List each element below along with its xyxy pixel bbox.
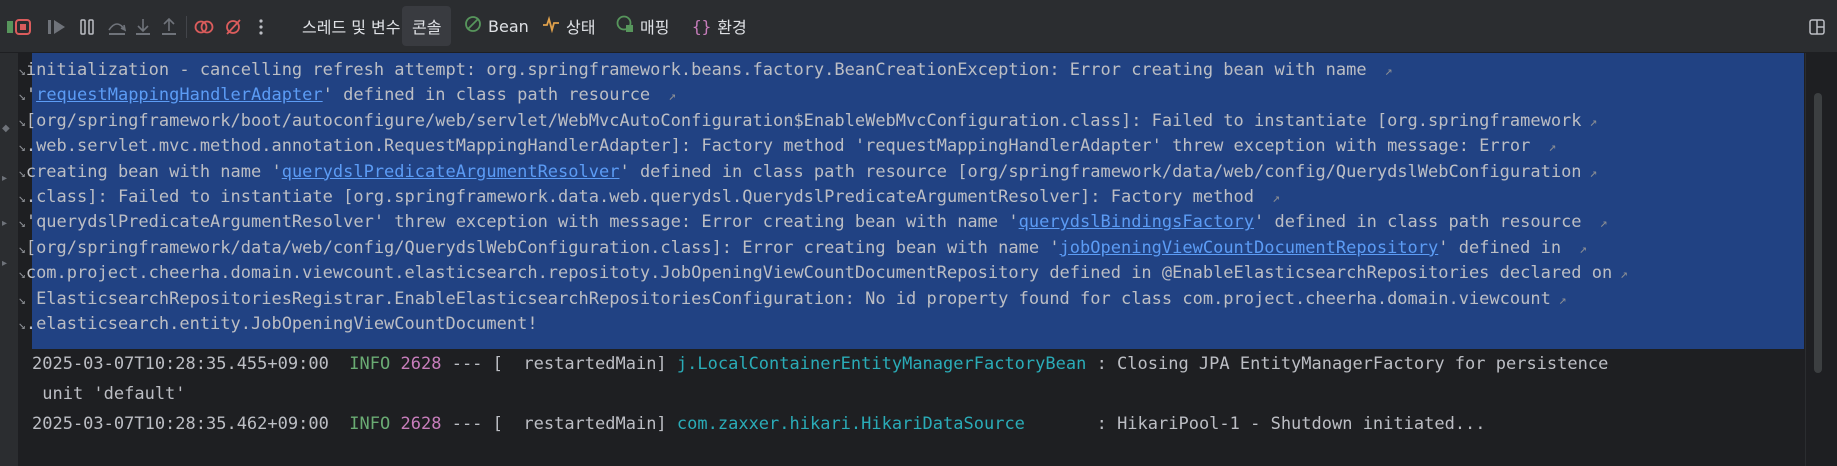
log-separator: ---	[451, 354, 483, 374]
soft-wrap-icon: ↘	[18, 114, 26, 130]
toolbar-divider	[186, 16, 187, 38]
gutter-marker-icon: ▸	[2, 258, 8, 269]
log-timestamp: 2025-03-07T10:28:35.455+09:00	[32, 354, 329, 374]
soft-wrap-icon: ↗	[1264, 191, 1280, 206]
vertical-scrollbar[interactable]	[1805, 53, 1837, 466]
tab-label: 상태	[566, 18, 596, 37]
log-pid: 2628	[400, 354, 442, 374]
log-logger[interactable]: j.LocalContainerEntityManagerFactoryBean	[677, 354, 1086, 374]
soft-wrap-icon: ↗	[1612, 267, 1628, 283]
log-line: 2025-03-07T10:28:35.462+09:00 INFO 2628 …	[32, 409, 1486, 439]
soft-wrap-icon: ↗	[1550, 292, 1567, 308]
log-thread: [ restartedMain]	[492, 354, 667, 374]
log-timestamp: 2025-03-07T10:28:35.462+09:00	[32, 414, 329, 434]
bean-link[interactable]: jobOpeningViewCountDocumentRepository	[1060, 238, 1439, 258]
debug-toolbar: 스레드 및 변수 콘솔 Bean 상태 매핑 {} 환경	[0, 0, 1837, 53]
step-over-icon[interactable]	[106, 16, 128, 38]
view-breakpoints-icon[interactable]	[193, 16, 215, 38]
soft-wrap-icon: ↘	[18, 165, 26, 181]
tab-mapping[interactable]: 매핑	[606, 6, 679, 46]
pause-icon[interactable]	[76, 16, 98, 38]
bean-link[interactable]: querydslBindingsFactory	[1019, 212, 1254, 232]
console-text: com.project.cheerha.domain.viewcount.ela…	[25, 263, 1613, 284]
gutter-marker-icon: ◆	[2, 123, 10, 134]
console-text: 'querydslPredicateArgumentResolver' thre…	[25, 212, 1019, 233]
step-out-icon[interactable]	[158, 16, 180, 38]
log-level: INFO	[349, 414, 391, 434]
console-line: ↘.elasticsearch.entity.JobOpeningViewCou…	[18, 309, 538, 339]
console-text: ' defined in class path resource	[1254, 212, 1592, 233]
log-pid: 2628	[400, 414, 442, 434]
bean-link[interactable]: requestMappingHandlerAdapter	[36, 85, 323, 105]
health-icon	[542, 15, 560, 37]
bean-link[interactable]: querydslPredicateArgumentResolver	[282, 162, 620, 182]
bean-icon	[464, 15, 482, 37]
soft-wrap-icon: ↗	[1581, 114, 1598, 130]
console-text: ' defined in class path resource [org/sp…	[619, 161, 1582, 182]
console-text: ' defined in class path resource	[322, 85, 661, 106]
soft-wrap-icon: ↗	[1571, 241, 1587, 257]
left-gutter: ◆ ▸ ▸ ▸	[0, 53, 18, 466]
soft-wrap-icon: ↘	[18, 216, 26, 232]
tab-console[interactable]: 콘솔	[402, 6, 452, 46]
soft-wrap-icon: ↗	[1591, 216, 1608, 232]
console-text: creating bean with name '	[25, 161, 282, 182]
step-into-icon[interactable]	[132, 16, 154, 38]
log-thread: [ restartedMain]	[492, 414, 667, 434]
scrollbar-thumb[interactable]	[1814, 93, 1822, 373]
console-text: ' defined in	[1438, 237, 1572, 258]
layout-settings-icon[interactable]	[1806, 16, 1828, 38]
log-message: : HikariPool-1 - Shutdown initiated...	[1096, 414, 1486, 434]
soft-wrap-icon: ↘	[18, 191, 26, 206]
console-text: .elasticsearch.entity.JobOpeningViewCoun…	[25, 314, 538, 334]
console-text: '	[25, 85, 37, 106]
console-text: .class]: Failed to instantiate [org.spri…	[25, 187, 1265, 207]
gutter-marker-icon: ▸	[2, 218, 8, 229]
tab-label: 스레드 및 변수	[302, 18, 401, 37]
tab-label: 콘솔	[412, 18, 442, 37]
mapping-icon	[616, 15, 634, 37]
soft-wrap-icon: ↘	[18, 89, 26, 105]
gutter-marker-icon: ▸	[2, 173, 8, 184]
console-text: [org/springframework/data/web/config/Que…	[25, 237, 1060, 258]
soft-wrap-icon: ↗	[1540, 140, 1557, 156]
soft-wrap-icon: ↗	[660, 89, 677, 105]
log-line: 2025-03-07T10:28:35.455+09:00 INFO 2628 …	[32, 349, 1608, 379]
tab-environment[interactable]: {} 환경	[682, 6, 757, 46]
tab-label: 환경	[717, 18, 747, 37]
soft-wrap-icon: ↘	[18, 241, 26, 257]
soft-wrap-icon: ↘	[18, 292, 26, 308]
console-text: ElasticsearchRepositoriesRegistrar.Enabl…	[25, 288, 1551, 309]
console-text: initialization - cancelling refresh atte…	[25, 60, 1377, 80]
console-text: [org/springframework/boot/autoconfigure/…	[25, 110, 1582, 131]
console-text: .web.servlet.mvc.method.annotation.Reque…	[25, 136, 1541, 157]
tab-health[interactable]: 상태	[532, 6, 605, 46]
tab-bean[interactable]: Bean	[454, 6, 539, 46]
log-message: : Closing JPA EntityManagerFactory for p…	[1096, 354, 1609, 374]
soft-wrap-icon: ↘	[18, 267, 26, 283]
tab-label: Bean	[488, 16, 529, 36]
log-level: INFO	[349, 354, 391, 374]
soft-wrap-icon: ↘	[18, 64, 26, 79]
environment-icon: {}	[692, 16, 712, 36]
log-line-continuation: unit 'default'	[32, 384, 186, 404]
resume-icon[interactable]	[46, 16, 68, 38]
console-output[interactable]: ↘initialization - cancelling refresh att…	[18, 53, 1805, 466]
soft-wrap-icon: ↘	[18, 318, 26, 333]
log-logger[interactable]: com.zaxxer.hikari.HikariDataSource	[677, 414, 1025, 434]
stop-icon[interactable]	[12, 16, 34, 38]
soft-wrap-icon: ↗	[1376, 64, 1393, 79]
soft-wrap-icon: ↘	[18, 140, 26, 156]
mute-breakpoints-icon[interactable]	[222, 16, 244, 38]
log-separator: ---	[451, 414, 483, 434]
tab-threads-variables[interactable]: 스레드 및 변수	[292, 6, 411, 46]
soft-wrap-icon: ↗	[1581, 165, 1598, 181]
more-options-icon[interactable]	[250, 16, 272, 38]
tab-label: 매핑	[640, 18, 670, 37]
